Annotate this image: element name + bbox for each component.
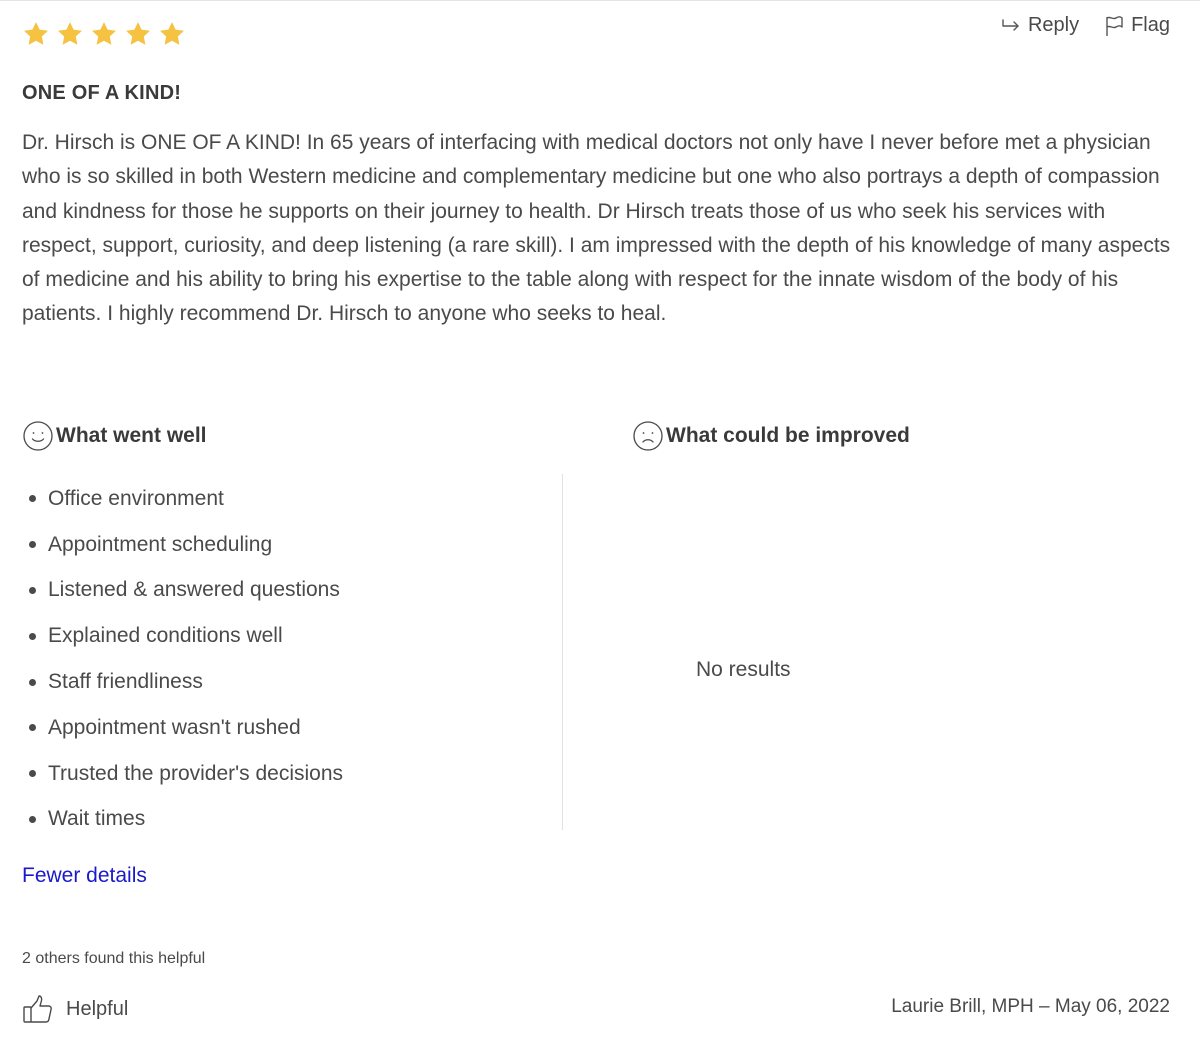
bullet-icon [29, 586, 36, 594]
frown-icon [632, 420, 664, 452]
fewer-details-link[interactable]: Fewer details [22, 864, 147, 888]
list-item: Explained conditions well [22, 613, 343, 659]
list-item-label: Wait times [48, 807, 146, 831]
list-item: Listened & answered questions [22, 568, 343, 614]
list-item: Office environment [22, 476, 343, 522]
bullet-icon [29, 770, 36, 778]
thumbs-up-icon [22, 994, 54, 1024]
list-item: Wait times [22, 797, 343, 843]
bullet-icon [29, 815, 36, 823]
bullet-icon [29, 541, 36, 549]
review-actions: Reply Flag [1000, 14, 1170, 37]
list-item: Appointment wasn't rushed [22, 705, 343, 751]
bullet-icon [29, 495, 36, 503]
list-item: Trusted the provider's decisions [22, 751, 343, 797]
flag-icon [1103, 15, 1125, 37]
list-item: Appointment scheduling [22, 522, 343, 568]
flag-label: Flag [1131, 14, 1170, 36]
list-item-label: Explained conditions well [48, 624, 283, 648]
helpful-label: Helpful [66, 997, 129, 1020]
review-title: ONE OF A KIND! [22, 82, 182, 104]
star-icon [158, 20, 186, 48]
bullet-icon [29, 724, 36, 732]
top-border [0, 0, 1200, 1]
list-item-label: Staff friendliness [48, 670, 203, 694]
went-well-heading: What went well [22, 420, 207, 452]
flag-button[interactable]: Flag [1103, 14, 1170, 37]
list-item: Staff friendliness [22, 659, 343, 705]
helpful-count: 2 others found this helpful [22, 950, 206, 967]
review-body: Dr. Hirsch is ONE OF A KIND! In 65 years… [22, 131, 1171, 326]
helpful-button[interactable]: Helpful [22, 994, 128, 1024]
went-well-list: Office environment Appointment schedulin… [22, 476, 343, 842]
reply-label: Reply [1027, 14, 1080, 36]
list-item-label: Trusted the provider's decisions [48, 761, 344, 785]
smile-icon [22, 420, 54, 452]
list-item-label: Listened & answered questions [48, 578, 340, 602]
list-item-label: Appointment scheduling [48, 532, 273, 556]
bullet-icon [29, 632, 36, 640]
column-divider [562, 474, 563, 830]
bullet-icon [29, 678, 36, 686]
star-rating [22, 20, 186, 48]
could-improve-heading: What could be improved [632, 420, 910, 452]
star-icon [56, 20, 84, 48]
author-date: Laurie Brill, MPH – May 06, 2022 [891, 996, 1170, 1017]
reply-button[interactable]: Reply [1000, 14, 1079, 37]
list-item-label: Office environment [48, 486, 224, 510]
reply-arrow-icon [1000, 17, 1022, 35]
no-results-text: No results [696, 658, 791, 681]
star-icon [22, 20, 50, 48]
could-improve-heading-text: What could be improved [666, 424, 910, 447]
went-well-heading-text: What went well [56, 424, 207, 447]
list-item-label: Appointment wasn't rushed [48, 715, 301, 739]
star-icon [124, 20, 152, 48]
star-icon [90, 20, 118, 48]
